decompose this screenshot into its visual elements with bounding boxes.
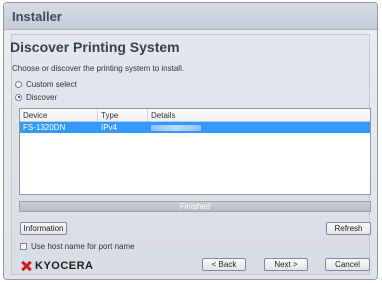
host-name-checkbox[interactable] [20,242,27,250]
status-progress-bar: Finished [19,201,371,212]
device-list[interactable]: Device Type Details FS-1320DN IPv4 [19,108,371,195]
kyocera-logo: KYOCERA [20,259,94,273]
title-bar: Installer [4,3,377,30]
refresh-button[interactable]: Refresh [326,222,371,235]
discover-radio[interactable] [15,93,22,101]
host-name-option[interactable]: Use host name for port name [20,241,135,251]
status-text: Finished [179,202,211,211]
window-title: Installer [12,9,62,24]
kyocera-logo-icon [20,260,32,272]
next-button[interactable]: Next > [264,258,308,271]
device-cell: FS-1320DN [23,123,66,132]
custom-select-radio[interactable] [15,80,22,88]
cancel-button[interactable]: Cancel [325,258,370,271]
custom-select-label: Custom select [26,79,77,89]
column-header-device[interactable]: Device [20,109,98,121]
column-header-details[interactable]: Details [148,109,370,121]
information-button[interactable]: Information [20,222,67,235]
column-header-type[interactable]: Type [98,109,148,121]
discover-option[interactable]: Discover [15,92,57,102]
page-heading: Discover Printing System [10,39,180,55]
host-name-label: Use host name for port name [31,241,135,251]
type-cell: IPv4 [101,123,118,132]
kyocera-logo-text: KYOCERA [35,260,94,272]
details-obscured [151,124,201,131]
details-cell [148,122,370,133]
back-button[interactable]: < Back [202,258,246,271]
custom-select-option[interactable]: Custom select [15,79,77,89]
discover-label: Discover [26,92,58,102]
device-row[interactable]: FS-1320DN IPv4 [20,122,370,133]
instruction-text: Choose or discover the printing system t… [12,64,185,73]
device-list-header: Device Type Details [20,109,370,122]
